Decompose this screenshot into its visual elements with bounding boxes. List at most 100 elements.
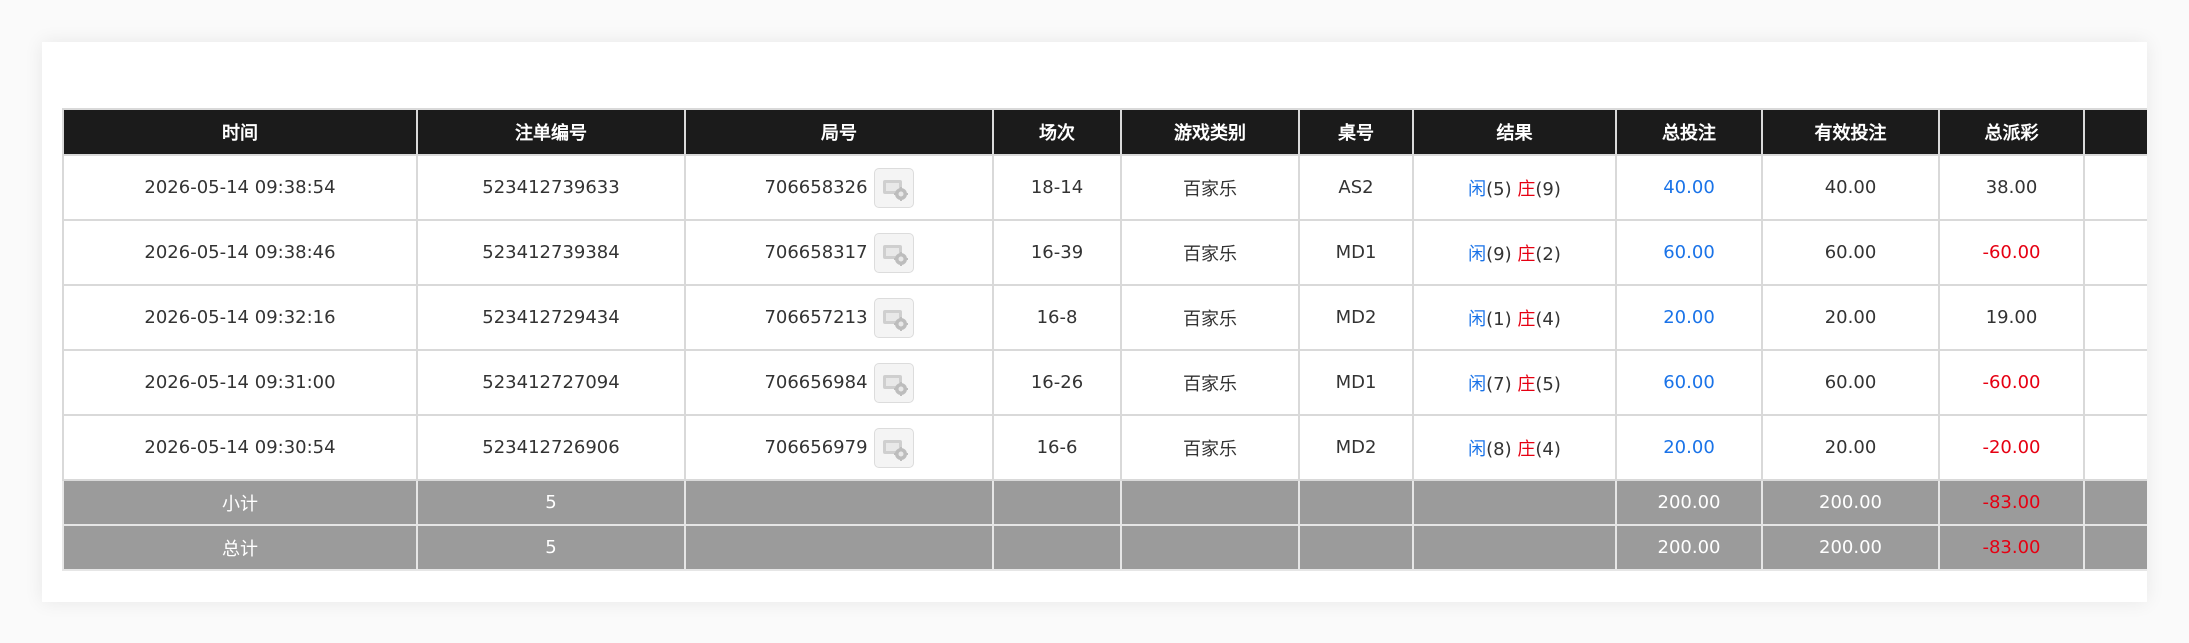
result-banker-label: 庄 <box>1517 373 1536 395</box>
subtotal-payout: -83.00 <box>1938 479 2085 526</box>
header-game-type: 游戏类别 <box>1120 108 1300 156</box>
header-total-bet: 总投注 <box>1615 108 1763 156</box>
result-banker-value: (5) <box>1535 373 1561 395</box>
result-player-label: 闲 <box>1468 308 1487 330</box>
cell-payout: -60.00 <box>1938 349 2085 416</box>
summary-cell-empty <box>1412 524 1617 571</box>
replay-thumbnail-icon[interactable] <box>873 167 914 208</box>
cell-valid-bet: 60.00 <box>1761 219 1940 286</box>
summary-cell-empty <box>1298 524 1414 571</box>
round-no-text: 706656979 <box>764 437 868 458</box>
cell-order-no: 523412727094 <box>416 349 686 416</box>
result-banker-value: (2) <box>1535 243 1561 265</box>
cell-session: 16-26 <box>992 349 1122 416</box>
table-row: 2026-05-14 09:38:54 523412739633 7066583… <box>62 154 2147 221</box>
cell-time: 2026-05-14 09:38:46 <box>62 219 418 286</box>
header-round-no: 局号 <box>684 108 994 156</box>
cell-game-type: 百家乐 <box>1120 219 1300 286</box>
header-session: 场次 <box>992 108 1122 156</box>
cell-table-no: MD2 <box>1298 284 1414 351</box>
cell-valid-bet: 20.00 <box>1761 284 1940 351</box>
round-no-wrap: 706656984 <box>764 362 914 403</box>
round-no-text: 706658326 <box>764 177 868 198</box>
cell-session: 16-6 <box>992 414 1122 481</box>
cell-payout: 19.00 <box>1938 284 2085 351</box>
cell-valid-bet: 40.00 <box>1761 154 1940 221</box>
cell-round-no: 706656979 <box>684 414 994 481</box>
replay-thumbnail-icon[interactable] <box>873 362 914 403</box>
result-banker-value: (9) <box>1535 178 1561 200</box>
bet-records-table: 时间 注单编号 局号 场次 游戏类别 桌号 结果 总投注 有效投注 总派彩 20… <box>62 108 2147 571</box>
round-no-text: 706658317 <box>764 242 868 263</box>
cell-total-bet: 40.00 <box>1615 154 1763 221</box>
cell-order-no: 523412739384 <box>416 219 686 286</box>
cell-order-no: 523412726906 <box>416 414 686 481</box>
total-count: 5 <box>416 524 686 571</box>
round-no-text: 706657213 <box>764 307 868 328</box>
result-player-value: (7) <box>1486 373 1512 395</box>
result-banker-value: (4) <box>1535 438 1561 460</box>
cell-session: 16-39 <box>992 219 1122 286</box>
result-player-value: (8) <box>1486 438 1512 460</box>
cell-game-type: 百家乐 <box>1120 154 1300 221</box>
round-no-wrap: 706657213 <box>764 297 914 338</box>
table-header-row: 时间 注单编号 局号 场次 游戏类别 桌号 结果 总投注 有效投注 总派彩 <box>62 108 2147 156</box>
cell-time: 2026-05-14 09:38:54 <box>62 154 418 221</box>
cell-round-no: 706656984 <box>684 349 994 416</box>
cell-valid-bet: 20.00 <box>1761 414 1940 481</box>
summary-cell-empty <box>2083 479 2147 526</box>
cell-extra <box>2083 414 2147 481</box>
result-banker-value: (4) <box>1535 308 1561 330</box>
summary-cell-empty <box>1120 479 1300 526</box>
cell-round-no: 706658326 <box>684 154 994 221</box>
result-player-value: (1) <box>1486 308 1512 330</box>
subtotal-total-bet: 200.00 <box>1615 479 1763 526</box>
total-label: 总计 <box>62 524 418 571</box>
summary-cell-empty <box>1412 479 1617 526</box>
total-payout: -83.00 <box>1938 524 2085 571</box>
result-banker-label: 庄 <box>1517 308 1536 330</box>
cell-time: 2026-05-14 09:32:16 <box>62 284 418 351</box>
cell-payout: 38.00 <box>1938 154 2085 221</box>
summary-cell-empty <box>684 479 994 526</box>
cell-game-type: 百家乐 <box>1120 284 1300 351</box>
cell-order-no: 523412739633 <box>416 154 686 221</box>
replay-thumbnail-icon[interactable] <box>873 427 914 468</box>
header-extra <box>2083 108 2147 156</box>
subtotal-count: 5 <box>416 479 686 526</box>
summary-cell-empty <box>684 524 994 571</box>
cell-extra <box>2083 284 2147 351</box>
cell-session: 18-14 <box>992 154 1122 221</box>
total-valid-bet: 200.00 <box>1761 524 1940 571</box>
table-row: 2026-05-14 09:32:16 523412729434 7066572… <box>62 284 2147 351</box>
subtotal-row: 小计 5 200.00 200.00 -83.00 <box>62 479 2147 526</box>
result-banker-label: 庄 <box>1517 438 1536 460</box>
result-banker-label: 庄 <box>1517 243 1536 265</box>
header-time: 时间 <box>62 108 418 156</box>
cell-table-no: MD1 <box>1298 219 1414 286</box>
total-row: 总计 5 200.00 200.00 -83.00 <box>62 524 2147 571</box>
cell-result: 闲(9) 庄(2) <box>1412 219 1617 286</box>
header-result: 结果 <box>1412 108 1617 156</box>
cell-total-bet: 60.00 <box>1615 219 1763 286</box>
result-player-label: 闲 <box>1468 243 1487 265</box>
result-player-label: 闲 <box>1468 373 1487 395</box>
cell-time: 2026-05-14 09:30:54 <box>62 414 418 481</box>
cell-extra <box>2083 154 2147 221</box>
cell-payout: -60.00 <box>1938 219 2085 286</box>
cell-round-no: 706658317 <box>684 219 994 286</box>
summary-cell-empty <box>992 524 1122 571</box>
result-banker-label: 庄 <box>1517 178 1536 200</box>
cell-valid-bet: 60.00 <box>1761 349 1940 416</box>
cell-result: 闲(7) 庄(5) <box>1412 349 1617 416</box>
cell-table-no: MD2 <box>1298 414 1414 481</box>
round-no-text: 706656984 <box>764 372 868 393</box>
header-payout: 总派彩 <box>1938 108 2085 156</box>
round-no-wrap: 706656979 <box>764 427 914 468</box>
summary-cell-empty <box>1120 524 1300 571</box>
replay-thumbnail-icon[interactable] <box>873 232 914 273</box>
replay-thumbnail-icon[interactable] <box>873 297 914 338</box>
result-player-label: 闲 <box>1468 178 1487 200</box>
cell-result: 闲(1) 庄(4) <box>1412 284 1617 351</box>
header-order-no: 注单编号 <box>416 108 686 156</box>
